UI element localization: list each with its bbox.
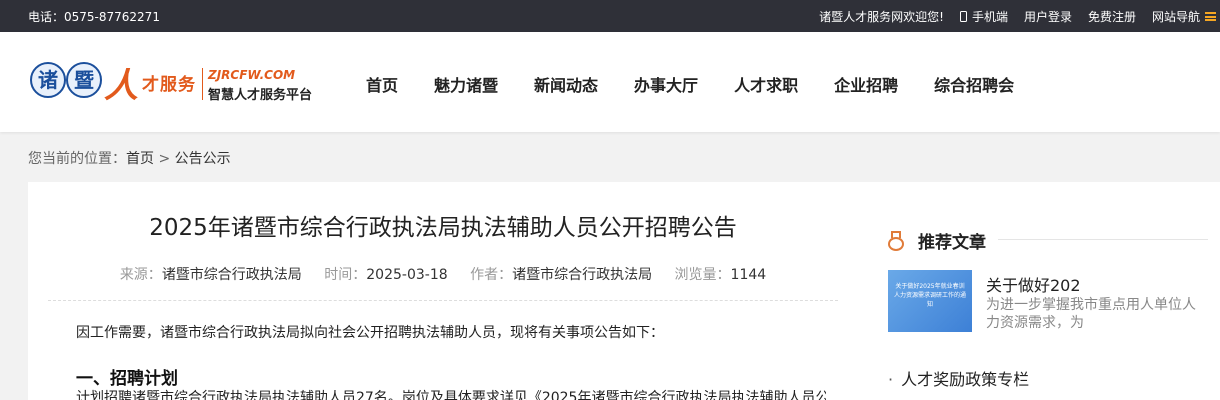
- author-label: 作者：: [470, 267, 513, 283]
- welcome-text: 诸暨人才服务网欢迎您!: [819, 10, 944, 24]
- mobile-phone-icon: [959, 11, 967, 22]
- login-link[interactable]: 用户登录: [1024, 8, 1072, 25]
- breadcrumb-current[interactable]: 公告公示: [175, 151, 231, 167]
- meta-divider: [48, 300, 838, 301]
- recommended-title[interactable]: 关于做好202: [986, 272, 1081, 296]
- register-link[interactable]: 免费注册: [1088, 8, 1136, 25]
- content-panel: 2025年诸暨市综合行政执法局执法辅助人员公开招聘公告 来源：诸暨市综合行政执法…: [28, 182, 1220, 400]
- nav-job-seeking[interactable]: 人才求职: [734, 72, 798, 96]
- logo-seal-zhu: 诸: [30, 62, 66, 98]
- source-value: 诸暨市综合行政执法局: [161, 267, 302, 283]
- talent-policy-label: 人才奖励政策专栏: [901, 370, 1030, 389]
- breadcrumb-home[interactable]: 首页: [126, 151, 154, 167]
- article-intro: 因工作需要，诸暨市综合行政执法局拟向社会公开招聘执法辅助人员，现将有关事项公告如…: [76, 325, 664, 341]
- logo-seal-ji: 暨: [66, 62, 102, 98]
- logo-tagline: 智慧人才服务平台: [208, 88, 313, 103]
- time-value: 2025-03-18: [366, 267, 448, 283]
- phone-number: 电话：0575-87762271: [28, 10, 160, 24]
- logo-ren: 人: [104, 66, 138, 106]
- logo-divider: [202, 68, 203, 100]
- views-value: 1144: [730, 267, 767, 283]
- recommended-article[interactable]: 关于做好2025年就业春训人力资源需求调研工作的通知 关于做好202 为进一步掌…: [888, 270, 1208, 334]
- sidebar-title: 推荐文章: [918, 233, 986, 253]
- menu-icon: [1205, 12, 1216, 21]
- recommended-desc: 为进一步掌握我市重点用人单位人力资源需求，为: [986, 297, 1196, 331]
- top-bar: 电话：0575-87762271 诸暨人才服务网欢迎您! 手机端 用户登录 免费…: [0, 0, 1220, 32]
- nav-job-fair[interactable]: 综合招聘会: [934, 72, 1014, 96]
- breadcrumb-prefix: 您当前的位置：: [28, 151, 126, 167]
- logo-domain: ZJRCFW.COM: [208, 68, 296, 82]
- sidebar-header: 推荐文章: [888, 228, 986, 253]
- nav-home[interactable]: 首页: [366, 72, 398, 96]
- section-heading: 一、招聘计划: [76, 369, 178, 389]
- mobile-link-label: 手机端: [971, 10, 1008, 24]
- site-nav-link[interactable]: 网站导航: [1152, 8, 1216, 25]
- nav-charm-zhuji[interactable]: 魅力诸暨: [434, 72, 498, 96]
- article-title: 2025年诸暨市综合行政执法局执法辅助人员公开招聘公告: [149, 215, 737, 241]
- nav-service-hall[interactable]: 办事大厅: [634, 72, 698, 96]
- article-paragraph: 计划招聘诸暨市综合行政执法局执法辅助人员27名。岗位及具体要求详见《2025年诸…: [76, 390, 826, 400]
- nav-news[interactable]: 新闻动态: [534, 72, 598, 96]
- top-links: 诸暨人才服务网欢迎您! 手机端 用户登录 免费注册 网站导航: [819, 8, 1216, 25]
- nav-recruitment[interactable]: 企业招聘: [834, 72, 898, 96]
- breadcrumb-separator: >: [158, 151, 171, 167]
- mobile-link[interactable]: 手机端: [959, 8, 1008, 25]
- main-nav: 首页 魅力诸暨 新闻动态 办事大厅 人才求职 企业招聘 综合招聘会: [366, 72, 1050, 96]
- author-value: 诸暨市综合行政执法局: [512, 267, 653, 283]
- site-logo[interactable]: 诸 暨 人 才服务 ZJRCFW.COM 智慧人才服务平台: [30, 62, 320, 106]
- medal-icon: [888, 230, 904, 251]
- talent-policy-link[interactable]: · 人才奖励政策专栏: [888, 366, 1029, 390]
- site-header: 诸 暨 人 才服务 ZJRCFW.COM 智慧人才服务平台 首页 魅力诸暨 新闻…: [0, 32, 1220, 132]
- article-meta: 来源：诸暨市综合行政执法局 时间：2025-03-18 作者：诸暨市综合行政执法…: [48, 264, 838, 284]
- recommended-thumbnail[interactable]: 关于做好2025年就业春训人力资源需求调研工作的通知: [888, 270, 972, 332]
- source-label: 来源：: [119, 267, 162, 283]
- bullet-dot: ·: [888, 370, 894, 389]
- sidebar-divider: [998, 239, 1208, 240]
- site-nav-label: 网站导航: [1151, 10, 1200, 24]
- logo-service: 才服务: [142, 75, 196, 95]
- time-label: 时间：: [324, 267, 367, 283]
- breadcrumb: 您当前的位置：首页 > 公告公示: [28, 148, 231, 168]
- views-label: 浏览量：: [674, 267, 731, 283]
